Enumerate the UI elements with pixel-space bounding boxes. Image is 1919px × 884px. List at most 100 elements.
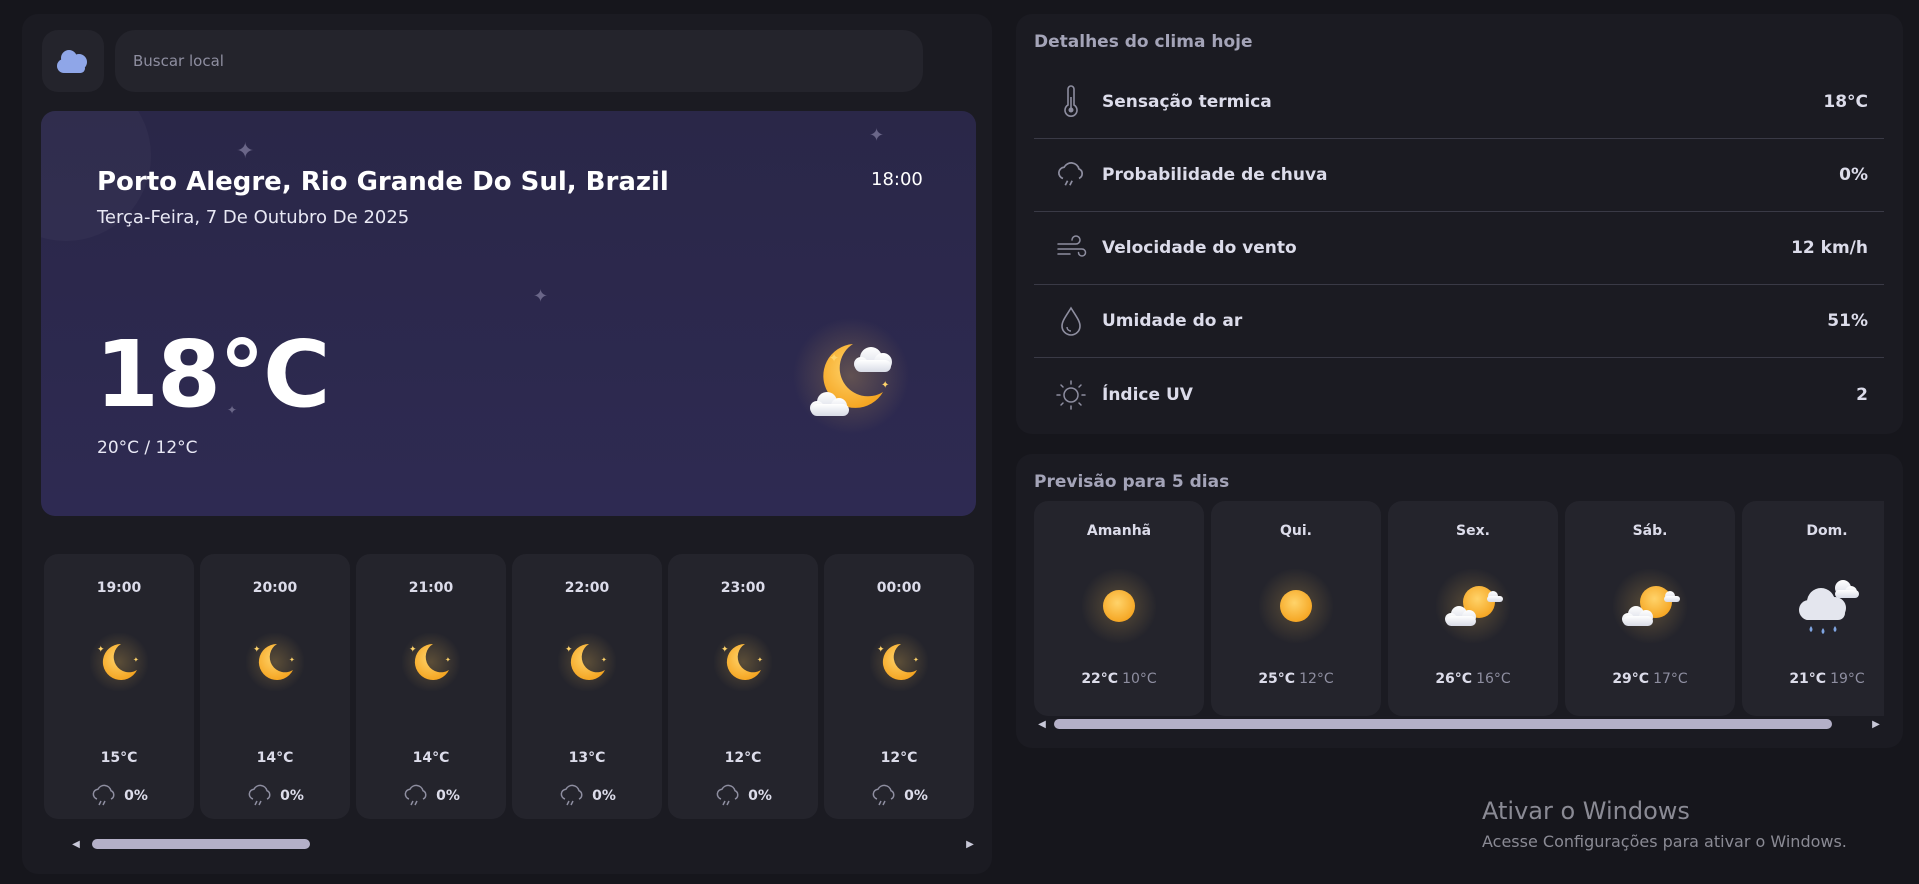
sun-cloud-icon xyxy=(1435,568,1511,644)
sun-icon xyxy=(1081,568,1157,644)
forecast-scrollbar[interactable]: ◀ ▶ xyxy=(1034,716,1884,732)
droplet-icon xyxy=(1061,306,1081,336)
scrollbar-track[interactable] xyxy=(1050,719,1868,729)
hourly-forecast-list[interactable]: 19:00 ✦ ✦ 15°C 0% 20:00 ✦ ✦ 14°C 0% 21:0… xyxy=(44,554,978,854)
svg-text:✦: ✦ xyxy=(409,645,417,655)
scrollbar-thumb[interactable] xyxy=(92,839,310,849)
hour-time: 20:00 xyxy=(252,580,298,596)
detail-row-rain-probability: Probabilidade de chuva 0% xyxy=(1034,139,1884,212)
hourly-item: 00:00 ✦ ✦ 12°C 0% xyxy=(824,554,974,819)
clouds-logo-icon xyxy=(57,50,87,73)
forecast-max: 25°C xyxy=(1258,671,1296,687)
forecast-list[interactable]: Amanhã 22°C 10°C Qui. 25°C 12°C Sex. 26°… xyxy=(1034,501,1884,731)
hour-time: 23:00 xyxy=(720,580,766,596)
current-temperature: 18°C xyxy=(95,321,331,428)
scroll-left-arrow[interactable]: ◀ xyxy=(1034,716,1050,732)
forecast-day-name: Sáb. xyxy=(1632,523,1668,539)
forecast-max: 21°C xyxy=(1789,671,1827,687)
scrollbar-thumb[interactable] xyxy=(1054,719,1832,729)
hour-rain-value: 0% xyxy=(748,788,772,804)
svg-text:✦: ✦ xyxy=(565,645,573,655)
moon-icon: ✦ ✦ xyxy=(869,632,929,692)
forecast-temps: 25°C 12°C xyxy=(1211,671,1381,687)
forecast-min: 16°C xyxy=(1476,671,1511,687)
svg-text:✦: ✦ xyxy=(757,656,763,664)
forecast-min: 17°C xyxy=(1653,671,1688,687)
detail-row-wind-speed: Velocidade do vento 12 km/h xyxy=(1034,212,1884,285)
hour-rain: 0% xyxy=(356,782,506,810)
forecast-temps: 21°C 19°C xyxy=(1742,671,1884,687)
sparkle-icon: ✦ xyxy=(533,286,549,307)
moon-icon: ✦ ✦ xyxy=(401,632,461,692)
rain-cloud-icon xyxy=(716,784,739,806)
svg-text:✦: ✦ xyxy=(913,656,919,664)
search-input[interactable] xyxy=(115,30,923,92)
weather-details-panel: Detalhes do clima hoje Sensação termica … xyxy=(1016,14,1903,434)
moon-icon: ✦ ✦ xyxy=(89,632,149,692)
wind-icon xyxy=(1057,235,1087,257)
svg-text:✦: ✦ xyxy=(829,351,839,365)
detail-value: 18°C xyxy=(1823,92,1868,112)
five-day-forecast-panel: Previsão para 5 dias Amanhã 22°C 10°C Qui… xyxy=(1016,454,1903,748)
hour-time: 21:00 xyxy=(408,580,454,596)
scroll-left-arrow[interactable]: ◀ xyxy=(68,836,84,852)
hourly-item: 19:00 ✦ ✦ 15°C 0% xyxy=(44,554,194,819)
forecast-min: 12°C xyxy=(1299,671,1334,687)
city-name: Porto Alegre, Rio Grande Do Sul, Brazil xyxy=(97,167,669,197)
current-date: Terça-Feira, 7 De Outubro De 2025 xyxy=(97,207,410,228)
forecast-temps: 22°C 10°C xyxy=(1034,671,1204,687)
rain-cloud-icon xyxy=(404,784,427,806)
forecast-temps: 26°C 16°C xyxy=(1388,671,1558,687)
hourly-item: 20:00 ✦ ✦ 14°C 0% xyxy=(200,554,350,819)
forecast-day-name: Dom. xyxy=(1806,523,1848,539)
hour-rain: 0% xyxy=(44,782,194,810)
forecast-day-name: Qui. xyxy=(1280,523,1312,539)
hour-temperature: 12°C xyxy=(880,750,918,766)
svg-text:✦: ✦ xyxy=(721,645,729,655)
forecast-max: 26°C xyxy=(1435,671,1473,687)
forecast-day-name: Amanhã xyxy=(1086,523,1152,539)
svg-text:✦: ✦ xyxy=(133,656,139,664)
hour-rain-value: 0% xyxy=(280,788,304,804)
svg-text:✦: ✦ xyxy=(601,656,607,664)
thermometer-icon xyxy=(1064,85,1078,117)
hourly-scrollbar[interactable]: ◀ ▶ xyxy=(68,836,978,852)
sun-icon xyxy=(1258,568,1334,644)
detail-value: 2 xyxy=(1856,384,1868,405)
detail-label: Índice UV xyxy=(1102,384,1193,405)
hour-rain: 0% xyxy=(668,782,818,810)
detail-label: Sensação termica xyxy=(1102,92,1272,112)
scroll-right-arrow[interactable]: ▶ xyxy=(962,836,978,852)
hour-rain: 0% xyxy=(512,782,662,810)
detail-row-humidity: Umidade do ar 51% xyxy=(1034,285,1884,358)
hour-time: 00:00 xyxy=(876,580,922,596)
detail-label: Umidade do ar xyxy=(1102,311,1243,331)
svg-text:✦: ✦ xyxy=(289,656,295,664)
forecast-title: Previsão para 5 dias xyxy=(1034,472,1230,492)
moon-cloud-icon: ✦ ✦ xyxy=(793,318,909,434)
detail-value: 0% xyxy=(1839,165,1868,185)
svg-text:✦: ✦ xyxy=(97,645,105,655)
windows-activation-title: Ativar o Windows xyxy=(1482,797,1690,825)
hour-rain-value: 0% xyxy=(124,788,148,804)
forecast-day-item: Amanhã 22°C 10°C xyxy=(1034,501,1204,716)
scrollbar-track[interactable] xyxy=(84,839,962,849)
hour-temperature: 13°C xyxy=(568,750,606,766)
moon-icon: ✦ ✦ xyxy=(245,632,305,692)
svg-text:✦: ✦ xyxy=(877,645,885,655)
detail-value: 51% xyxy=(1827,311,1868,331)
hour-temperature: 12°C xyxy=(724,750,762,766)
hour-time: 22:00 xyxy=(564,580,610,596)
detail-value: 12 km/h xyxy=(1791,238,1868,258)
rain-cloud-icon xyxy=(1057,162,1083,186)
forecast-day-name: Sex. xyxy=(1456,523,1490,539)
current-time: 18:00 xyxy=(871,169,923,190)
detail-label: Velocidade do vento xyxy=(1102,238,1297,258)
rain-cloud-icon xyxy=(872,784,895,806)
app-logo-button[interactable] xyxy=(42,30,104,92)
forecast-day-item: Qui. 25°C 12°C xyxy=(1211,501,1381,716)
details-title: Detalhes do clima hoje xyxy=(1034,32,1253,52)
scroll-right-arrow[interactable]: ▶ xyxy=(1868,716,1884,732)
forecast-day-item: Dom. 21°C 19°C xyxy=(1742,501,1884,716)
hour-rain-value: 0% xyxy=(904,788,928,804)
